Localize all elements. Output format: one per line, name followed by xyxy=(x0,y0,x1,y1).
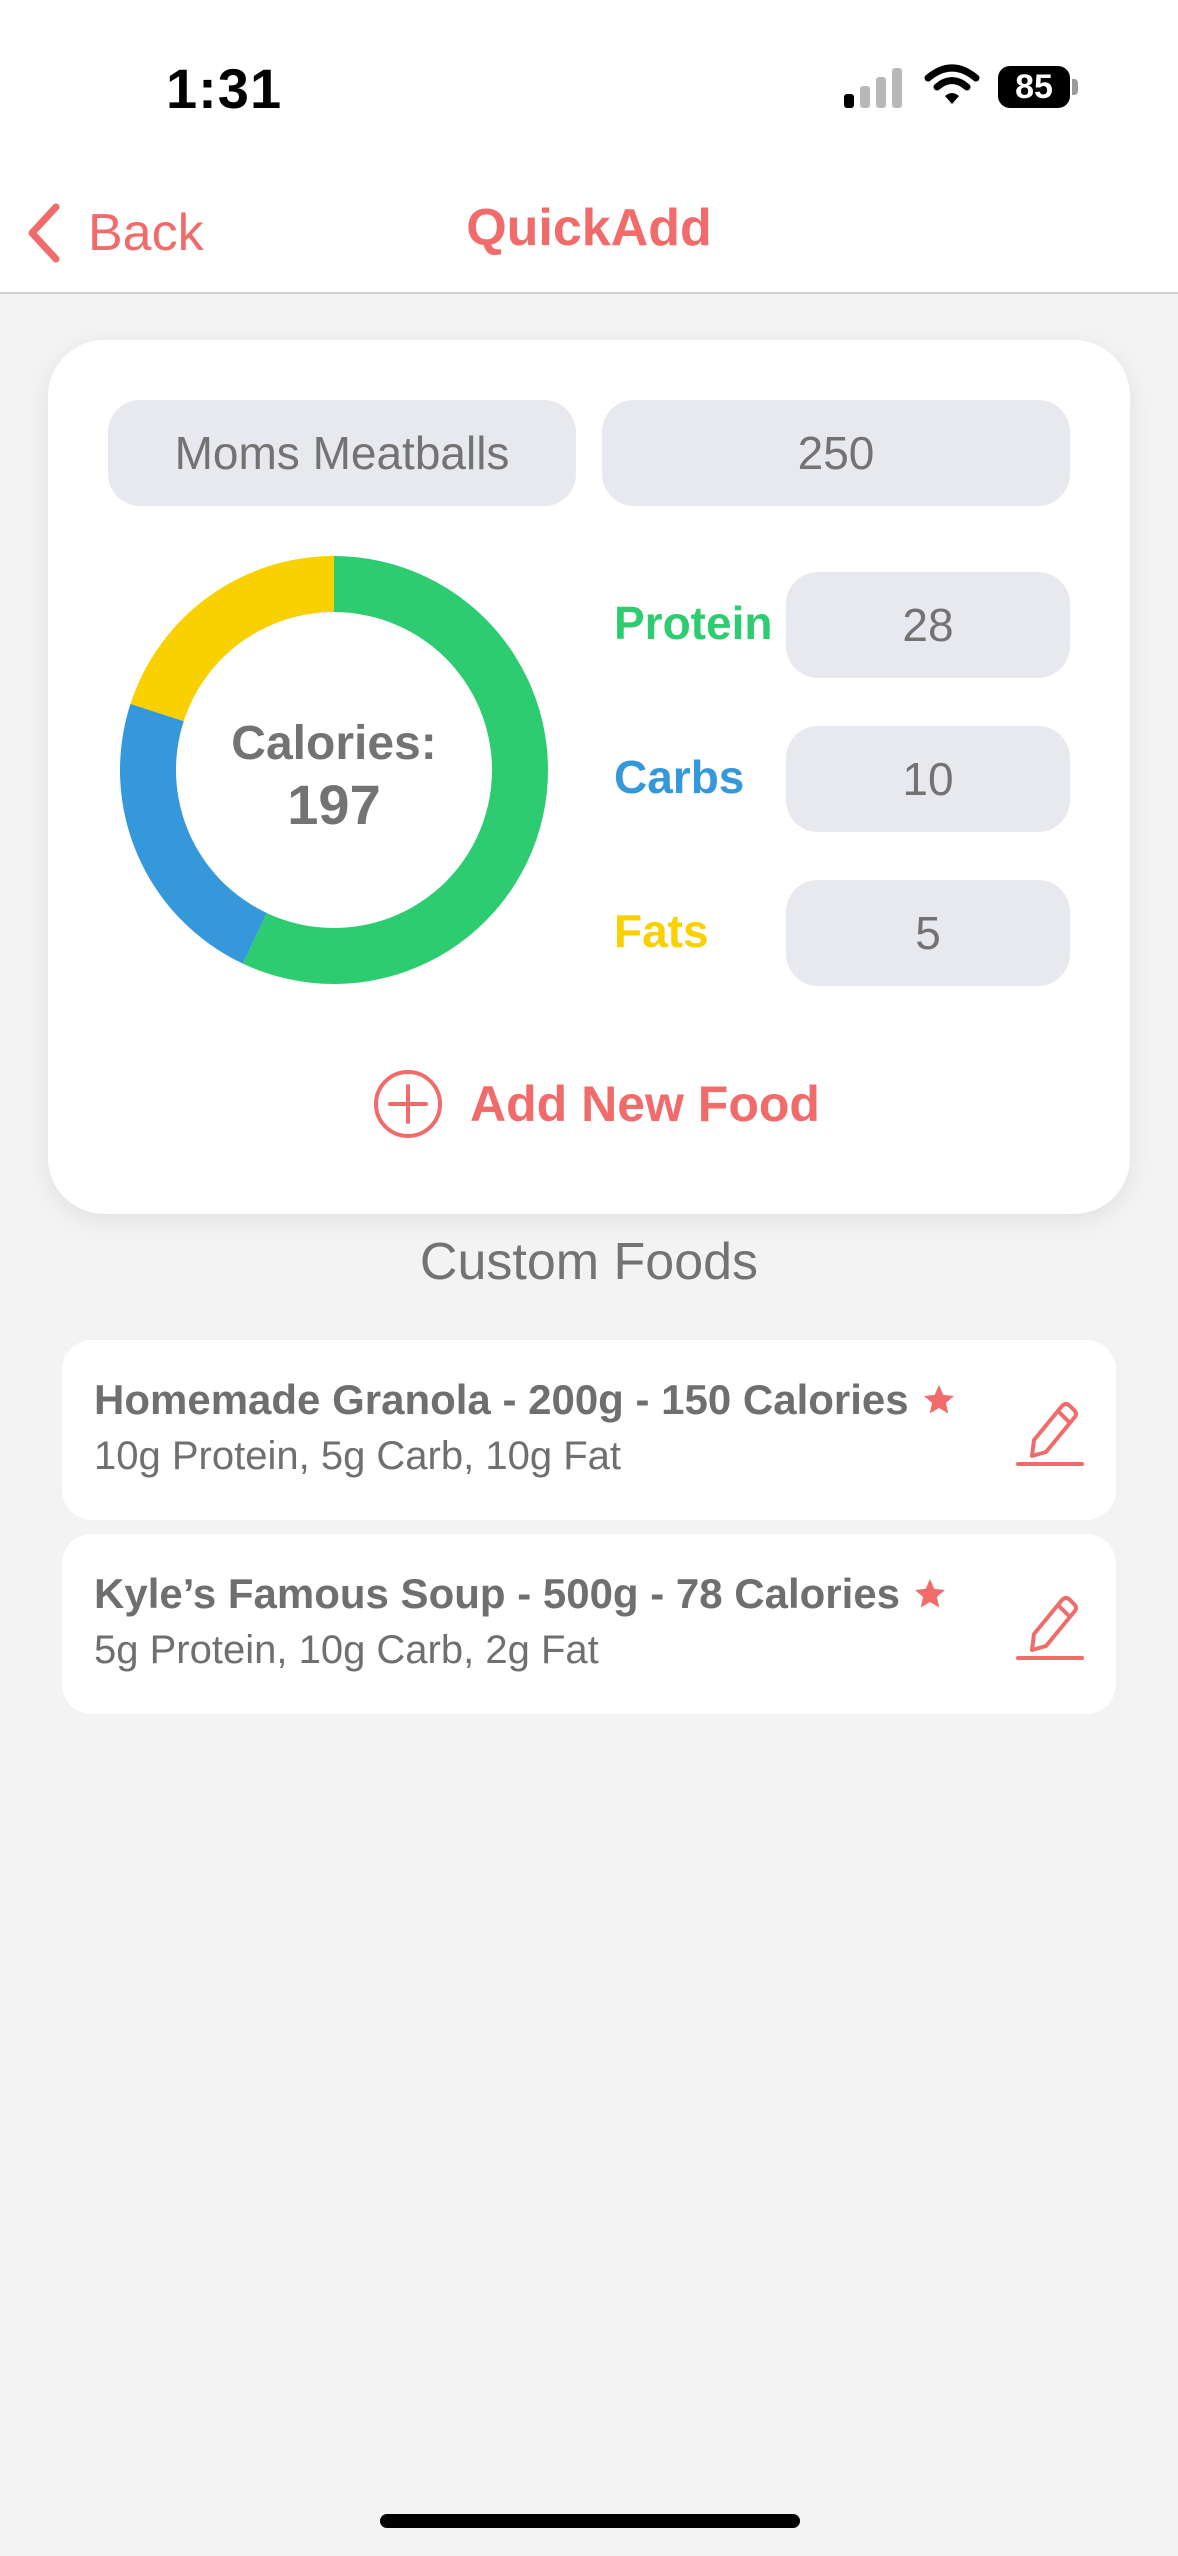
custom-food-title: Kyle’s Famous Soup - 500g - 78 Calories xyxy=(94,1570,901,1617)
custom-food-macros: 10g Protein, 5g Carb, 10g Fat xyxy=(94,1434,621,1478)
add-new-food-button[interactable]: Add New Food xyxy=(372,1066,820,1142)
status-time: 1:31 xyxy=(166,57,283,120)
quick-add-card: Moms Meatballs 250 Calories: 197 Protein… xyxy=(48,340,1130,1214)
fats-field[interactable]: 5 xyxy=(786,880,1070,986)
home-indicator[interactable] xyxy=(380,2514,800,2528)
custom-food-title: Homemade Granola - 200g - 150 Calories xyxy=(94,1376,909,1423)
custom-food-title-row: Homemade Granola - 200g - 150 Calories xyxy=(94,1376,957,1424)
star-icon[interactable] xyxy=(912,1576,948,1612)
add-new-food-label: Add New Food xyxy=(470,1076,820,1132)
custom-foods-heading: Custom Foods xyxy=(419,1233,759,1291)
page-title: QuickAdd xyxy=(466,199,712,257)
navigation-bar: Back QuickAdd xyxy=(0,170,1178,294)
status-bar: 1:31 85 xyxy=(0,0,1178,170)
custom-food-macros: 5g Protein, 10g Carb, 2g Fat xyxy=(94,1628,599,1672)
battery-level: 85 xyxy=(998,66,1070,108)
food-name-field[interactable]: Moms Meatballs xyxy=(108,400,576,506)
carbs-label: Carbs xyxy=(614,751,745,803)
calories-value: 197 xyxy=(287,773,381,836)
wifi-icon xyxy=(924,64,980,104)
food-grams-field[interactable]: 250 xyxy=(602,400,1070,506)
cellular-signal-icon xyxy=(844,68,902,108)
plus-circle-icon xyxy=(374,1070,442,1138)
fats-label: Fats xyxy=(614,905,709,957)
carbs-field[interactable]: 10 xyxy=(786,726,1070,832)
custom-food-item[interactable]: Homemade Granola - 200g - 150 Calories 1… xyxy=(62,1340,1116,1520)
custom-food-title-row: Kyle’s Famous Soup - 500g - 78 Calories xyxy=(94,1570,948,1618)
custom-food-item[interactable]: Kyle’s Famous Soup - 500g - 78 Calories … xyxy=(62,1534,1116,1714)
battery-cap xyxy=(1072,79,1078,95)
calories-label: Calories: xyxy=(231,717,437,770)
star-icon[interactable] xyxy=(921,1382,957,1418)
protein-label: Protein xyxy=(614,597,773,649)
edit-pencil-icon[interactable] xyxy=(1016,1392,1084,1468)
edit-pencil-icon[interactable] xyxy=(1016,1586,1084,1662)
donut-slice-fats xyxy=(130,556,334,722)
protein-field[interactable]: 28 xyxy=(786,572,1070,678)
